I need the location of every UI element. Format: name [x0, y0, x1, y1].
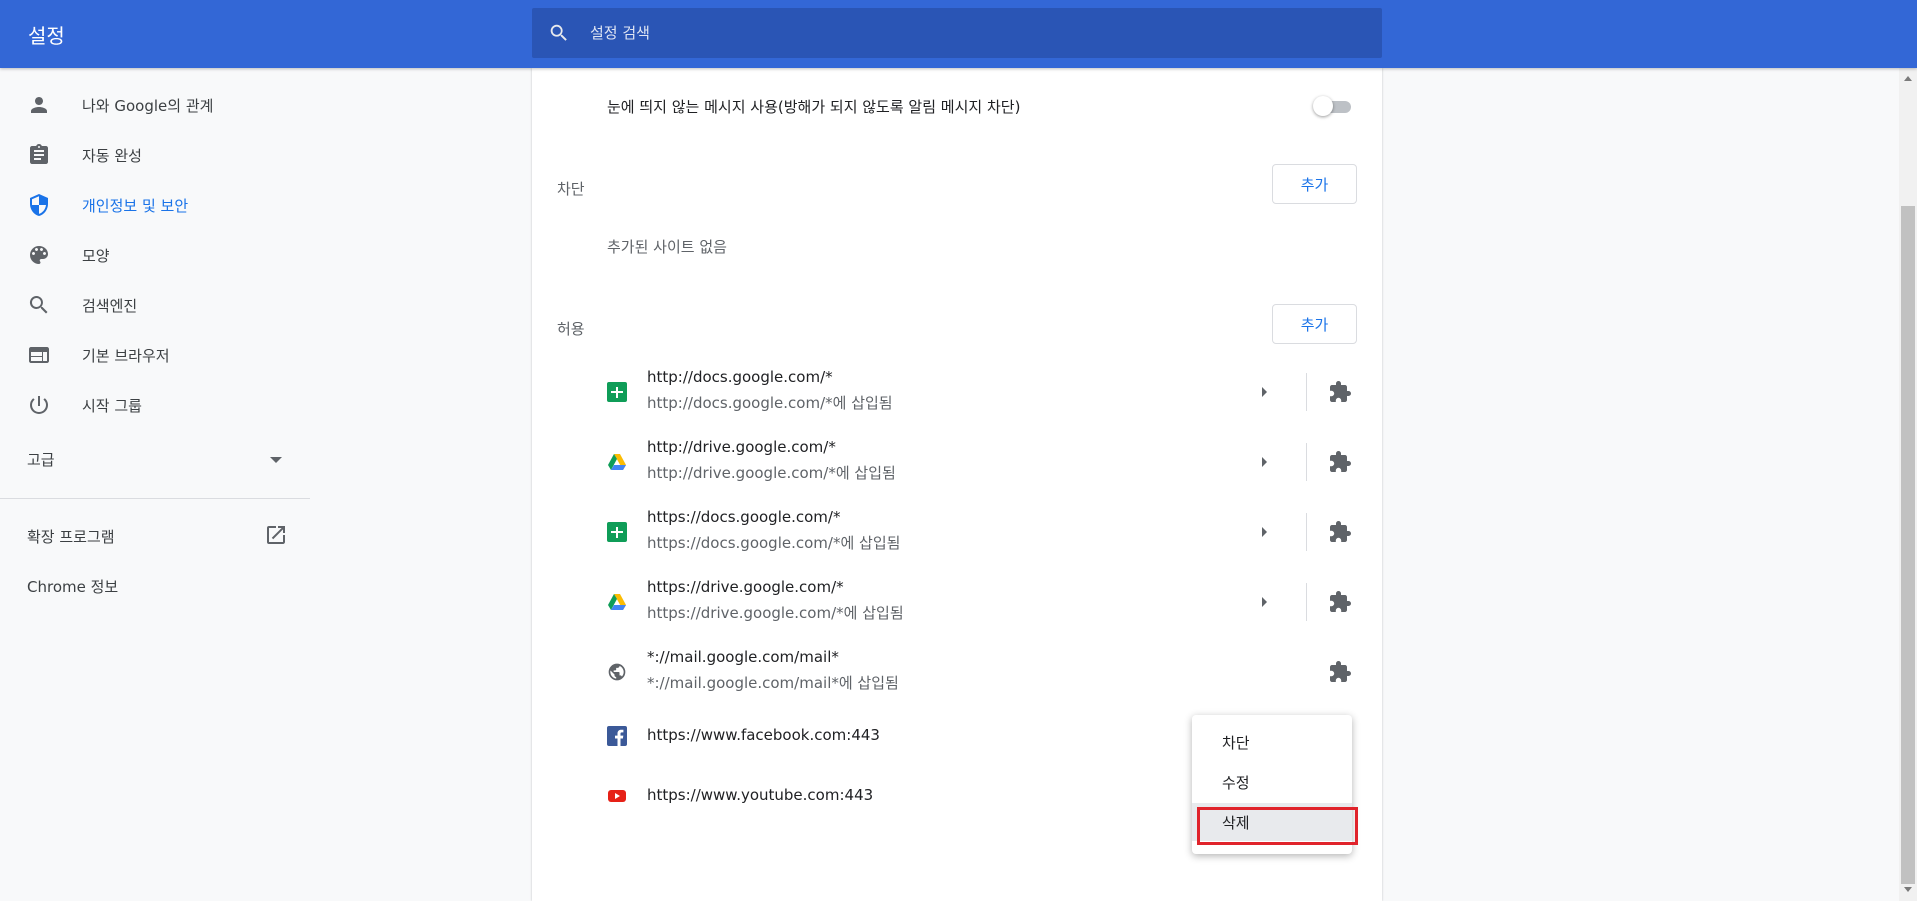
site-sub: http://docs.google.com/*에 삽입됨 [647, 394, 893, 412]
divider [1306, 373, 1307, 411]
sidebar-item-label: 검색엔진 [82, 296, 138, 315]
sidebar-item-label: 모양 [82, 246, 110, 265]
chevron-right-icon[interactable] [1262, 387, 1267, 397]
sidebar-item-label: 시작 그룹 [82, 396, 142, 415]
google-sheets-icon [607, 382, 627, 402]
sidebar-item-search-engine[interactable]: 검색엔진 [0, 280, 310, 330]
extension-puzzle-icon[interactable] [1328, 660, 1352, 684]
divider [1306, 583, 1307, 621]
divider [0, 498, 310, 499]
site-sub: http://drive.google.com/*에 삽입됨 [647, 464, 896, 482]
divider [1306, 443, 1307, 481]
site-row[interactable]: https://drive.google.com/* https://drive… [532, 567, 1382, 637]
extension-puzzle-icon[interactable] [1328, 450, 1352, 474]
extension-puzzle-icon[interactable] [1328, 520, 1352, 544]
quiet-messaging-toggle[interactable] [1313, 96, 1353, 116]
sidebar-item-autofill[interactable]: 자동 완성 [0, 130, 310, 180]
top-bar: 설정 [0, 0, 1917, 68]
page-title: 설정 [28, 24, 65, 48]
extensions-link[interactable]: 확장 프로그램 [27, 526, 115, 547]
scroll-up-arrow-icon[interactable] [1904, 76, 1912, 81]
menu-item-remove[interactable]: 삭제 [1192, 803, 1352, 841]
google-drive-icon [608, 454, 626, 470]
site-url: *://mail.google.com/mail* [647, 648, 839, 666]
context-menu: 차단 수정 삭제 [1192, 715, 1352, 854]
site-url: https://www.youtube.com:443 [647, 786, 874, 804]
sidebar: 나와 Google의 관계 자동 완성 개인정보 및 보안 모양 검색엔진 기본… [0, 68, 310, 901]
sidebar-item-label: 나와 Google의 관계 [82, 96, 214, 115]
advanced-label[interactable]: 고급 [27, 449, 55, 470]
divider [1306, 513, 1307, 551]
site-sub: https://docs.google.com/*에 삽입됨 [647, 534, 901, 552]
palette-icon [30, 246, 48, 264]
search-box[interactable] [532, 8, 1382, 58]
sidebar-item-privacy-security[interactable]: 개인정보 및 보안 [0, 180, 310, 230]
sidebar-item-default-browser[interactable]: 기본 브라우저 [0, 330, 310, 380]
block-empty-text: 추가된 사이트 없음 [607, 238, 727, 256]
menu-item-block[interactable]: 차단 [1192, 723, 1352, 761]
extension-puzzle-icon[interactable] [1328, 380, 1352, 404]
block-add-button[interactable]: 추가 [1272, 164, 1357, 204]
site-row[interactable]: http://drive.google.com/* http://drive.g… [532, 427, 1382, 497]
power-icon [30, 396, 48, 414]
google-drive-icon [608, 594, 626, 610]
menu-item-edit[interactable]: 수정 [1192, 763, 1352, 801]
site-url: https://docs.google.com/* [647, 508, 841, 526]
site-sub: *://mail.google.com/mail*에 삽입됨 [647, 674, 899, 692]
sidebar-item-you-and-google[interactable]: 나와 Google의 관계 [0, 80, 310, 130]
site-row[interactable]: http://docs.google.com/* http://docs.goo… [532, 357, 1382, 427]
browser-icon [29, 347, 49, 363]
person-icon [31, 97, 47, 113]
sidebar-item-label: 자동 완성 [82, 146, 142, 165]
sidebar-item-label: 기본 브라우저 [82, 346, 170, 365]
scroll-down-arrow-icon[interactable] [1904, 887, 1912, 892]
toggle-knob [1313, 96, 1333, 116]
site-url: http://docs.google.com/* [647, 368, 833, 386]
extension-puzzle-icon[interactable] [1328, 590, 1352, 614]
site-sub: https://drive.google.com/*에 삽입됨 [647, 604, 904, 622]
about-chrome-link[interactable]: Chrome 정보 [27, 576, 118, 597]
site-row[interactable]: https://docs.google.com/* https://docs.g… [532, 497, 1382, 567]
open-in-new-icon[interactable] [264, 523, 288, 547]
facebook-icon [607, 726, 627, 746]
site-url: https://www.facebook.com:443 [647, 726, 880, 744]
site-url: https://drive.google.com/* [647, 578, 844, 596]
search-input[interactable] [590, 8, 1350, 58]
allow-add-button[interactable]: 추가 [1272, 304, 1357, 344]
chevron-down-icon[interactable] [270, 457, 282, 463]
search-icon [29, 296, 48, 314]
site-url: http://drive.google.com/* [647, 438, 836, 456]
clipboard-icon [30, 144, 48, 164]
sidebar-item-on-startup[interactable]: 시작 그룹 [0, 380, 310, 430]
chevron-right-icon[interactable] [1262, 527, 1267, 537]
scrollbar-thumb[interactable] [1901, 206, 1915, 884]
sidebar-item-appearance[interactable]: 모양 [0, 230, 310, 280]
allow-section-label: 허용 [557, 320, 585, 338]
site-row[interactable]: *://mail.google.com/mail* *://mail.googl… [532, 637, 1382, 707]
chevron-right-icon[interactable] [1262, 457, 1267, 467]
youtube-icon [608, 790, 626, 802]
google-sheets-icon [607, 522, 627, 542]
shield-icon [30, 194, 48, 216]
block-section-label: 차단 [557, 180, 585, 198]
quiet-messaging-label: 눈에 띄지 않는 메시지 사용(방해가 되지 않도록 알림 메시지 차단) [607, 98, 1021, 116]
search-icon [550, 24, 567, 41]
chevron-right-icon[interactable] [1262, 597, 1267, 607]
globe-icon [608, 663, 626, 681]
sidebar-item-label: 개인정보 및 보안 [82, 196, 189, 215]
scrollbar[interactable] [1899, 68, 1917, 901]
